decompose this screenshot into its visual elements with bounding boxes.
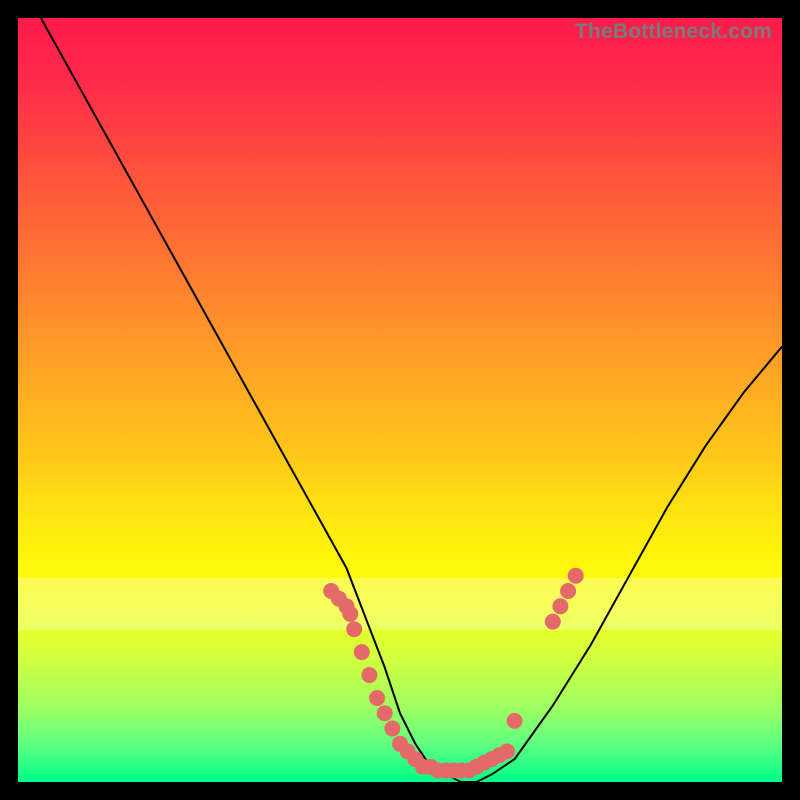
data-dot [354, 644, 370, 660]
data-dot [499, 743, 515, 759]
data-dot [377, 705, 393, 721]
plot-area: TheBottleneck.com [18, 18, 782, 782]
data-dot [342, 606, 358, 622]
data-dot [384, 721, 400, 737]
data-dot [560, 583, 576, 599]
data-dot [507, 713, 523, 729]
watermark-text: TheBottleneck.com [575, 20, 772, 44]
data-dot [552, 598, 568, 614]
chart-frame: TheBottleneck.com [0, 0, 800, 800]
data-dot [346, 621, 362, 637]
data-dot [369, 690, 385, 706]
data-dots [323, 568, 584, 779]
data-dot [568, 568, 584, 584]
bottleneck-curve [41, 18, 782, 782]
data-dot [545, 614, 561, 630]
data-dot [361, 667, 377, 683]
chart-svg [18, 18, 782, 782]
